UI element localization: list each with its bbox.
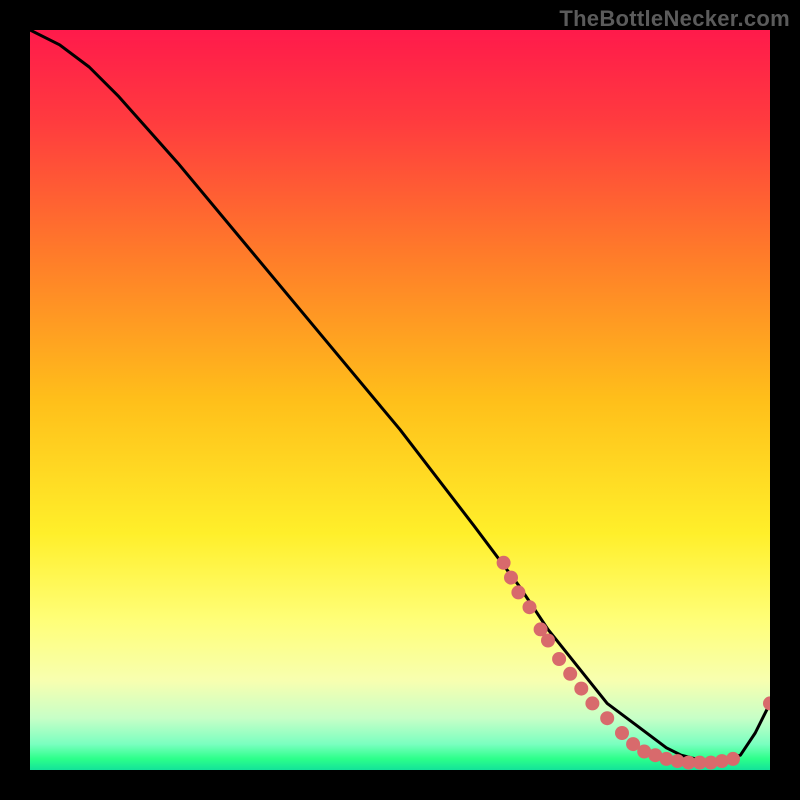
data-marker	[726, 752, 740, 766]
data-marker	[523, 600, 537, 614]
watermark-text: TheBottleNecker.com	[559, 6, 790, 32]
marker-group	[497, 556, 770, 770]
data-marker	[511, 585, 525, 599]
data-marker	[504, 571, 518, 585]
plot-area	[30, 30, 770, 770]
data-marker	[574, 682, 588, 696]
data-marker	[585, 696, 599, 710]
bottleneck-curve	[30, 30, 770, 761]
chart-stage: TheBottleNecker.com	[0, 0, 800, 800]
data-marker	[552, 652, 566, 666]
data-marker	[600, 711, 614, 725]
data-marker	[563, 667, 577, 681]
data-marker	[763, 696, 770, 710]
data-marker	[541, 634, 555, 648]
curve-group	[30, 30, 770, 761]
data-marker	[497, 556, 511, 570]
data-marker	[615, 726, 629, 740]
curve-layer	[30, 30, 770, 770]
